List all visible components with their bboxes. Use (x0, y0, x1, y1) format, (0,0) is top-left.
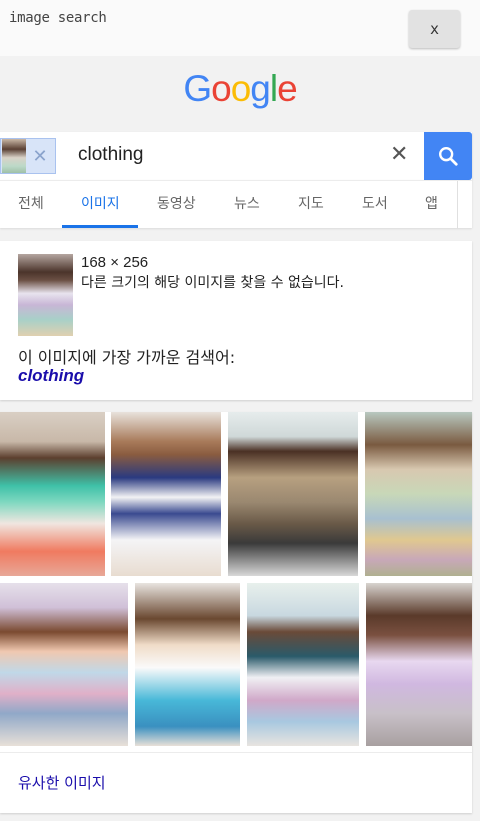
logo-letter: g (250, 68, 271, 109)
search-bar: ✕ clothing ✕ (0, 132, 472, 180)
image-info-card: 168 × 256 다른 크기의 해당 이미지를 찾을 수 없습니다. 이 이미… (0, 241, 472, 400)
app-title: image search (9, 10, 107, 26)
close-button[interactable]: x (409, 10, 460, 48)
result-image[interactable] (247, 583, 359, 746)
best-guess-link[interactable]: clothing (18, 366, 84, 386)
search-tabs: 전체 이미지 동영상 뉴스 지도 도서 앱 (0, 180, 472, 229)
search-icon (439, 147, 458, 166)
tab-news[interactable]: 뉴스 (234, 181, 260, 229)
no-other-sizes-text: 다른 크기의 해당 이미지를 찾을 수 없습니다. (81, 275, 344, 291)
tab-videos[interactable]: 동영상 (157, 181, 196, 229)
logo-letter: o (211, 68, 232, 109)
result-image[interactable] (111, 412, 221, 576)
tab-divider (457, 181, 458, 229)
logo-letter: G (183, 68, 212, 109)
query-image-thumbnail (2, 139, 26, 173)
logo-letter: e (277, 68, 298, 109)
tab-all[interactable]: 전체 (18, 181, 44, 229)
query-image-chip[interactable]: ✕ (0, 138, 56, 174)
tab-maps[interactable]: 지도 (298, 181, 324, 229)
search-input[interactable]: clothing (78, 144, 144, 166)
logo-letter: o (230, 68, 252, 109)
tab-apps[interactable]: 앱 (425, 181, 438, 229)
search-button[interactable] (424, 132, 472, 180)
grid-divider (0, 752, 472, 753)
google-logo: Google (0, 68, 480, 110)
result-image[interactable] (0, 583, 128, 746)
best-guess-label: 이 이미지에 가장 가까운 검색어: (18, 348, 236, 367)
tab-books[interactable]: 도서 (362, 181, 388, 229)
logo-letter: l (269, 68, 278, 109)
image-dimensions: 168 × 256 (81, 254, 149, 271)
remove-image-icon[interactable]: ✕ (26, 146, 54, 167)
result-image[interactable] (228, 412, 358, 576)
similar-images-grid: 유사한 이미지 (0, 412, 472, 813)
tab-images[interactable]: 이미지 (81, 181, 120, 229)
similar-images-link[interactable]: 유사한 이미지 (18, 772, 106, 793)
result-image[interactable] (365, 412, 472, 576)
result-image[interactable] (366, 583, 472, 746)
result-image[interactable] (0, 412, 105, 576)
active-tab-indicator (62, 225, 138, 228)
clear-icon[interactable]: ✕ (390, 142, 408, 167)
result-image[interactable] (135, 583, 240, 746)
app-bar: image search x (0, 0, 480, 56)
query-image[interactable] (18, 254, 73, 336)
